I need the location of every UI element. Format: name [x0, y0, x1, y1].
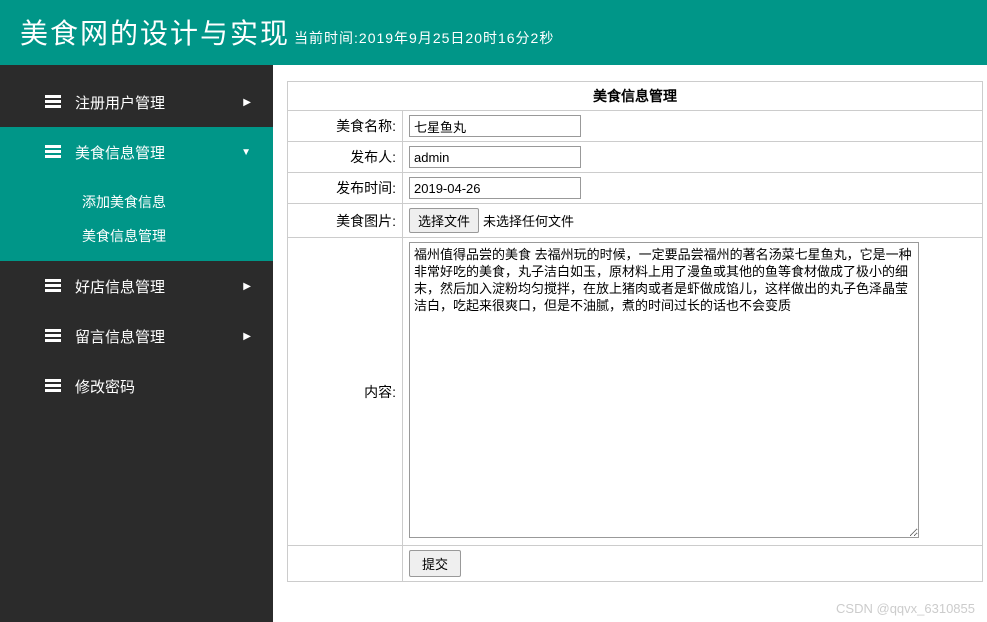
menu-label: 美食信息管理: [75, 142, 165, 163]
form-table: 美食信息管理 美食名称: 发布人: 发布时间: 美食图片: 选择文件 未选择任何…: [287, 81, 983, 582]
file-select-button[interactable]: 选择文件: [409, 208, 479, 233]
menu-label: 注册用户管理: [75, 92, 165, 113]
menu-message-info[interactable]: 留言信息管理 ▶: [0, 311, 273, 361]
arrow-right-icon: ▶: [243, 331, 251, 342]
label-name: 美食名称:: [288, 111, 403, 142]
sidebar: 注册用户管理 ▶ 美食信息管理 ▼ 添加美食信息 美食信息管理 好店信息管理 ▶: [0, 65, 273, 622]
container: 注册用户管理 ▶ 美食信息管理 ▼ 添加美食信息 美食信息管理 好店信息管理 ▶: [0, 65, 987, 622]
menu-shop-info[interactable]: 好店信息管理 ▶: [0, 261, 273, 311]
menu-password[interactable]: 修改密码: [0, 361, 273, 411]
label-content: 内容:: [288, 238, 403, 546]
time-input[interactable]: [409, 177, 581, 199]
header: 美食网的设计与实现 当前时间:2019年9月25日20时16分2秒: [0, 0, 987, 65]
menu-label: 留言信息管理: [75, 326, 165, 347]
panel-title: 美食信息管理: [288, 82, 983, 111]
arrow-right-icon: ▶: [243, 281, 251, 292]
menu-food-info[interactable]: 美食信息管理 ▼: [0, 127, 273, 177]
label-image: 美食图片:: [288, 204, 403, 238]
file-status: 未选择任何文件: [483, 211, 574, 230]
name-input[interactable]: [409, 115, 581, 137]
label-publisher: 发布人:: [288, 142, 403, 173]
submenu-food-manage[interactable]: 美食信息管理: [0, 219, 273, 253]
current-time: 当前时间:2019年9月25日20时16分2秒: [294, 28, 554, 48]
submenu-add-food[interactable]: 添加美食信息: [0, 185, 273, 219]
label-time: 发布时间:: [288, 173, 403, 204]
stack-icon: [45, 329, 61, 343]
content-textarea[interactable]: [409, 242, 919, 538]
publisher-input[interactable]: [409, 146, 581, 168]
arrow-down-icon: ▼: [241, 147, 251, 158]
arrow-right-icon: ▶: [243, 97, 251, 108]
menu-label: 修改密码: [75, 376, 135, 397]
watermark: CSDN @qqvx_6310855: [836, 601, 975, 616]
submit-button[interactable]: 提交: [409, 550, 461, 577]
stack-icon: [45, 379, 61, 393]
stack-icon: [45, 95, 61, 109]
submenu: 添加美食信息 美食信息管理: [0, 177, 273, 261]
stack-icon: [45, 279, 61, 293]
app-title: 美食网的设计与实现: [20, 12, 290, 52]
menu-label: 好店信息管理: [75, 276, 165, 297]
menu-user-manage[interactable]: 注册用户管理 ▶: [0, 77, 273, 127]
stack-icon: [45, 145, 61, 159]
main-content: 美食信息管理 美食名称: 发布人: 发布时间: 美食图片: 选择文件 未选择任何…: [273, 65, 987, 622]
